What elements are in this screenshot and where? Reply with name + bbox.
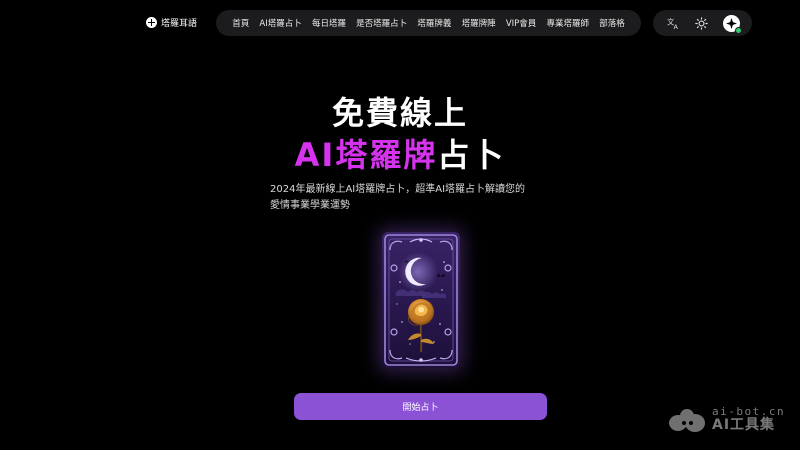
hero-title-line1: 免費線上 xyxy=(331,94,468,132)
nav-item-vip[interactable]: VIP會員 xyxy=(506,17,536,29)
main-nav: 首頁 AI塔羅占卜 每日塔羅 是否塔羅占卜 塔羅牌義 塔羅牌陣 VIP會員 專業… xyxy=(216,10,641,36)
hero-title-plain: 占卜 xyxy=(437,136,506,174)
hero-title-line2: AI塔羅牌占卜 xyxy=(0,130,800,176)
watermark-line2: AI工具集 xyxy=(712,417,776,434)
tarot-card-image xyxy=(382,232,460,368)
page: 塔羅耳語 首頁 AI塔羅占卜 每日塔羅 是否塔羅占卜 塔羅牌義 塔羅牌陣 VIP… xyxy=(0,0,800,450)
sparkle-avatar-icon xyxy=(725,17,737,29)
start-reading-button[interactable]: 開始占卜 xyxy=(294,393,547,420)
site-logo-text: 塔羅耳語 xyxy=(161,19,198,29)
nav-item-home[interactable]: 首頁 xyxy=(232,17,249,29)
online-status-dot xyxy=(734,26,742,34)
translate-icon: 文 A xyxy=(667,17,679,30)
watermark-text: ai-bot.cn AI工具集 xyxy=(712,406,785,434)
account-avatar[interactable] xyxy=(722,14,742,34)
nav-item-ai-tarot[interactable]: AI塔羅占卜 xyxy=(259,17,301,29)
hero-subtitle-line2: 愛情事業學業運勢 xyxy=(270,200,350,211)
hero-subtitle: 2024年最新線上AI塔羅牌占卜，超準AI塔羅占卜解讀您的 愛情事業學業運勢 xyxy=(270,182,570,214)
watermark-logo-icon xyxy=(669,409,705,432)
site-logo[interactable]: 塔羅耳語 xyxy=(146,16,197,29)
nav-item-blog[interactable]: 部落格 xyxy=(599,17,625,29)
header-tools: 文 A xyxy=(653,10,752,36)
hero-title-accent: AI塔羅牌 xyxy=(294,136,438,174)
hero-subtitle-line1: 2024年最新線上AI塔羅牌占卜，超準AI塔羅占卜解讀您的 xyxy=(270,184,526,195)
svg-text:A: A xyxy=(673,23,678,30)
moon-rose-tarot-card xyxy=(382,232,460,368)
nav-item-spreads[interactable]: 塔羅牌陣 xyxy=(462,17,496,29)
theme-toggle-button[interactable] xyxy=(694,15,710,31)
nav-item-yes-no-tarot[interactable]: 是否塔羅占卜 xyxy=(356,17,407,29)
nav-item-card-meanings[interactable]: 塔羅牌義 xyxy=(417,17,451,29)
watermark: ai-bot.cn AI工具集 xyxy=(668,400,793,440)
language-button[interactable]: 文 A xyxy=(665,15,681,31)
plus-logo-icon xyxy=(146,17,157,28)
nav-item-pro-readers[interactable]: 專業塔羅師 xyxy=(546,17,589,29)
sun-icon xyxy=(695,16,709,30)
nav-item-daily-tarot[interactable]: 每日塔羅 xyxy=(312,17,346,29)
